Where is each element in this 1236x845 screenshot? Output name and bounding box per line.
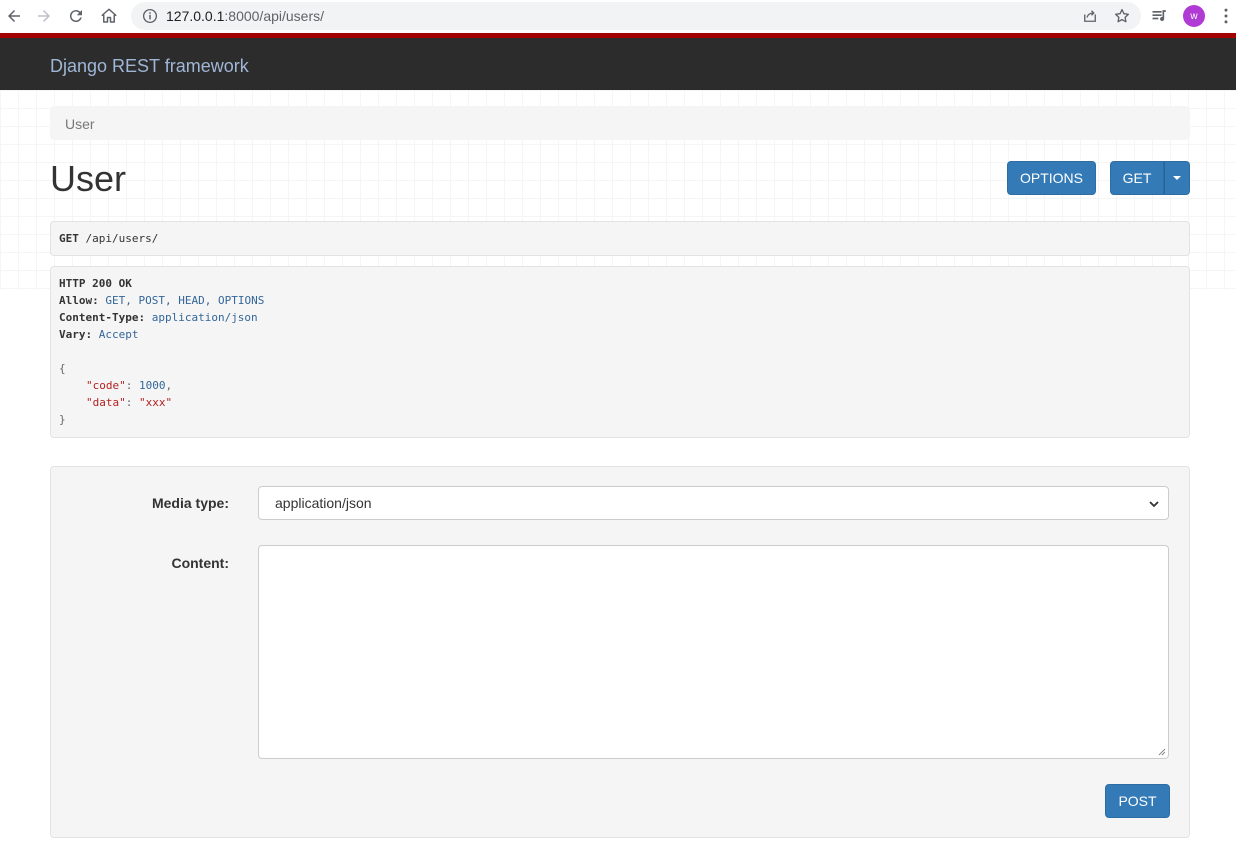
url-text: 127.0.0.1:8000/api/users/	[166, 8, 325, 24]
bookmark-star-icon[interactable]	[1113, 7, 1131, 25]
media-type-selected-value: application/json	[275, 495, 372, 511]
top-navbar: Django REST framework	[0, 33, 1236, 90]
forward-arrow-icon	[38, 10, 50, 22]
home-button[interactable]	[96, 3, 122, 29]
media-type-label: Media type:	[151, 495, 229, 511]
home-icon	[101, 8, 117, 23]
response-status: HTTP 200 OK	[59, 277, 132, 290]
get-button[interactable]: GET	[1110, 161, 1164, 195]
raw-data-form: Media type: application/json Content: PO…	[50, 466, 1190, 838]
site-info-icon[interactable]	[141, 7, 159, 25]
media-type-select[interactable]: application/json	[258, 486, 1169, 520]
back-arrow-icon	[8, 10, 20, 22]
media-playlist-icon[interactable]	[1150, 6, 1170, 26]
post-button[interactable]: POST	[1105, 784, 1170, 818]
content-label: Content:	[171, 555, 229, 571]
breadcrumb-item-user[interactable]: User	[65, 116, 95, 132]
reload-button[interactable]	[63, 3, 89, 29]
more-menu-icon[interactable]	[1216, 6, 1236, 26]
response-info: HTTP 200 OK Allow: GET, POST, HEAD, OPTI…	[50, 266, 1190, 438]
page-title: User	[50, 158, 127, 199]
breadcrumb: User	[50, 106, 1190, 140]
profile-avatar[interactable]: w	[1183, 5, 1205, 27]
back-button[interactable]	[1, 3, 27, 29]
browser-toolbar: 127.0.0.1:8000/api/users/ w	[0, 0, 1236, 33]
response-body-field-data: "data": "xxx"	[86, 396, 173, 409]
chevron-down-icon	[1149, 501, 1159, 508]
get-format-dropdown-button[interactable]	[1164, 161, 1190, 195]
forward-button[interactable]	[31, 3, 57, 29]
reload-icon	[69, 10, 82, 23]
response-header-vary: Vary: Accept	[59, 328, 139, 341]
resize-grip-icon[interactable]	[1157, 747, 1166, 756]
request-method: GET	[59, 232, 79, 245]
response-body-close-brace: }	[59, 413, 66, 426]
address-bar[interactable]: 127.0.0.1:8000/api/users/	[131, 2, 1141, 30]
content-textarea[interactable]	[258, 545, 1169, 759]
response-header-content-type: Content-Type: application/json	[59, 311, 258, 324]
brand-link[interactable]: Django REST framework	[50, 56, 249, 77]
share-icon[interactable]	[1081, 7, 1099, 25]
response-header-allow: Allow: GET, POST, HEAD, OPTIONS	[59, 294, 265, 307]
options-button[interactable]: OPTIONS	[1007, 161, 1096, 195]
response-body-field-code: "code": 1000,	[86, 379, 173, 392]
response-body-open-brace: {	[59, 362, 66, 375]
caret-down-icon	[1173, 176, 1181, 180]
request-info: GET /api/users/	[50, 221, 1190, 256]
request-path: /api/users/	[85, 232, 159, 245]
